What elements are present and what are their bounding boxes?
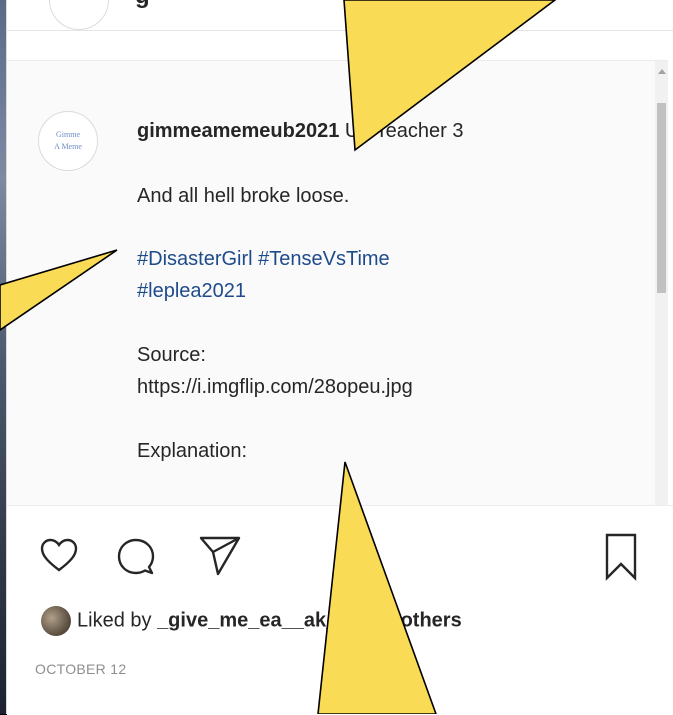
liker-avatar[interactable]	[41, 606, 71, 636]
explanation-label: Explanation:	[137, 440, 248, 462]
action-section: Liked by _give_me_ea__ak_ and 3 others O…	[7, 505, 673, 715]
likes-prefix: Liked by	[77, 609, 158, 632]
username-link[interactable]: gimmeamemeub2021	[137, 120, 339, 142]
post-panel: g Gimme A Meme gimmeamemeub2021 U1 Teach…	[6, 0, 673, 715]
likes-others-link[interactable]: 3 others	[384, 609, 462, 631]
avatar-text-2: A Meme	[54, 142, 82, 151]
hashtag-line-1[interactable]: #DisasterGirl #TenseVsTime	[137, 244, 390, 274]
avatar[interactable]: Gimme A Meme	[38, 111, 98, 171]
avatar-text-1: Gimme	[56, 130, 80, 139]
scroll-thumb[interactable]	[657, 103, 666, 293]
previous-username-fragment[interactable]: g	[135, 0, 150, 10]
post-date: OCTOBER 12	[35, 661, 127, 677]
hashtag-line-2[interactable]: #leplea2021	[137, 276, 246, 306]
previous-avatar[interactable]	[49, 0, 109, 30]
caption-line: And all hell broke loose.	[137, 185, 350, 207]
previous-post-header: g	[7, 0, 673, 31]
bookmark-icon[interactable]	[601, 532, 641, 582]
comment-icon[interactable]	[115, 536, 157, 578]
caption-header: gimmeamemeub2021 U1 Teacher 3	[137, 116, 463, 146]
likes-summary: Liked by _give_me_ea__ak_ and 3 others	[41, 606, 462, 636]
source-label: Source:	[137, 344, 206, 366]
username-suffix: U1 Teacher 3	[339, 120, 464, 142]
scrollbar[interactable]	[655, 61, 668, 506]
heart-icon[interactable]	[39, 536, 79, 576]
share-icon[interactable]	[197, 534, 243, 578]
caption-comment-area: Gimme A Meme gimmeamemeub2021 U1 Teacher…	[7, 60, 668, 506]
liker-username[interactable]: _give_me_ea_	[157, 609, 293, 631]
likes-middle: _ak_ and	[292, 609, 384, 632]
scroll-up-arrow-icon[interactable]	[658, 69, 666, 74]
source-url: https://i.imgflip.com/28opeu.jpg	[137, 376, 413, 398]
